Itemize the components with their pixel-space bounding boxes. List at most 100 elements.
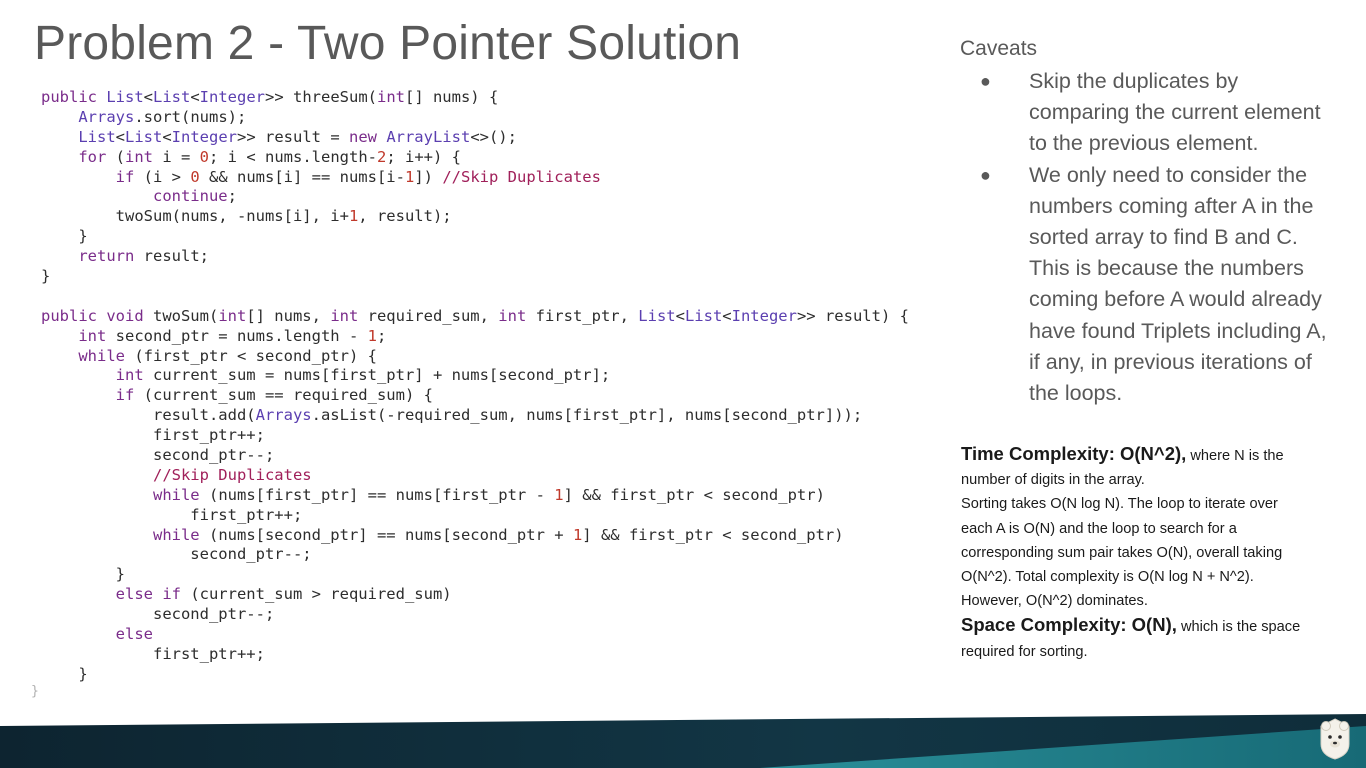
code-text: < xyxy=(162,127,172,146)
code-number: 1 xyxy=(572,525,583,544)
caveat-line: We only need to consider the xyxy=(1029,162,1308,187)
code-class-name: List xyxy=(153,88,191,106)
code-text: second_ptr--; xyxy=(41,545,312,564)
code-keyword: else xyxy=(115,625,153,644)
sorting-line: O(N^2). Total complexity is O(N log N + … xyxy=(961,569,1254,586)
time-complexity-text-2: number of digits in the array. xyxy=(961,472,1145,489)
bear-mascot-icon xyxy=(1320,718,1350,760)
code-text: ; xyxy=(227,187,237,206)
code-text: twoSum( xyxy=(152,306,219,325)
code-class-name: List xyxy=(125,127,163,146)
code-keyword: public void xyxy=(41,306,153,325)
code-text: >> threeSum( xyxy=(265,88,377,106)
code-text: ; xyxy=(376,326,387,345)
code-text: (first_ptr < second_ptr) { xyxy=(125,346,377,365)
code-comment: //Skip Duplicates xyxy=(152,465,312,484)
sorting-line: However, O(N^2) dominates. xyxy=(961,593,1148,610)
code-text: < xyxy=(722,306,732,325)
time-complexity-text: where N is the xyxy=(1186,448,1284,464)
code-keyword: int xyxy=(376,88,405,106)
slide: Problem 2 - Two Pointer Solution public … xyxy=(0,0,1366,768)
code-text: < xyxy=(190,88,200,106)
code-keyword: for xyxy=(78,147,107,166)
bullet-icon: ● xyxy=(980,71,991,91)
code-line: while (first_ptr < second_ptr) { xyxy=(41,347,909,367)
time-complexity-line: Time Complexity: O(N^2), where N is the xyxy=(961,442,1357,468)
code-keyword: while xyxy=(78,346,125,365)
code-keyword: new xyxy=(348,127,387,146)
code-text: ] && first_ptr < second_ptr) xyxy=(582,525,844,544)
code-line: else if (current_sum > required_sum) xyxy=(41,585,909,605)
code-text: first_ptr++; xyxy=(41,505,303,524)
caveat-line: to the previous element. xyxy=(1029,131,1259,156)
stray-brace: } xyxy=(31,684,39,699)
caveats-heading: Caveats xyxy=(960,37,1038,60)
code-class-name: List xyxy=(106,88,144,106)
code-line: int second_ptr = nums.length - 1; xyxy=(41,327,909,347)
code-keyword: while xyxy=(152,485,200,504)
code-text: && nums[i] == nums[i- xyxy=(199,167,405,186)
caveat-line: comparing the current element xyxy=(1029,100,1321,125)
space-complexity-label: Space Complexity: O(N), xyxy=(961,614,1177,636)
code-text: ; i < nums.length- xyxy=(209,147,377,166)
code-line: result.add(Arrays.asList(-required_sum, … xyxy=(41,406,909,426)
code-text: >> result = xyxy=(237,127,349,146)
code-text: <>(); xyxy=(470,127,517,146)
code-line: twoSum(nums, -nums[i], i+1, result); xyxy=(41,207,909,227)
code-text: .sort(nums); xyxy=(134,107,247,126)
code-number: 1 xyxy=(404,167,415,186)
code-keyword: int xyxy=(78,326,107,345)
code-number: 1 xyxy=(367,326,377,345)
code-class-name: Integer xyxy=(171,127,237,146)
code-keyword: continue xyxy=(152,187,228,206)
caveat-line: coming before A would already xyxy=(1029,287,1322,312)
code-text: >> result) { xyxy=(796,306,909,325)
code-class-name: ArrayList xyxy=(386,127,471,146)
code-text: ] && first_ptr < second_ptr) xyxy=(563,485,825,504)
code-text: (i > xyxy=(134,167,191,186)
code-line: for (int i = 0; i < nums.length-2; i++) … xyxy=(41,148,909,168)
code-line: Arrays.sort(nums); xyxy=(41,108,909,128)
sorting-line: corresponding sum pair takes O(N), overa… xyxy=(961,544,1283,561)
sorting-line: Sorting takes O(N log N). The loop to it… xyxy=(961,496,1278,513)
code-line: while (nums[first_ptr] == nums[first_ptr… xyxy=(41,486,909,506)
code-line: } xyxy=(41,267,909,287)
time-complexity-label: Time Complexity: O(N^2), xyxy=(961,443,1187,464)
decorative-band xyxy=(0,712,1366,768)
code-class-name: List xyxy=(638,306,676,325)
caveat-line: have found Triplets including A, xyxy=(1029,318,1327,343)
code-text: (current_sum > required_sum) xyxy=(180,585,452,604)
code-line: public void twoSum(int[] nums, int requi… xyxy=(41,307,909,327)
code-number: 1 xyxy=(348,207,359,226)
code-text: second_ptr = nums.length - xyxy=(106,326,368,345)
code-text: ( xyxy=(106,147,125,166)
code-keyword: int xyxy=(498,306,527,325)
code-text: first_ptr++; xyxy=(41,644,265,663)
code-block: public List<List<Integer>> threeSum(int[… xyxy=(41,88,909,685)
code-text: [] nums) { xyxy=(404,88,499,106)
code-line: second_ptr--; xyxy=(41,446,909,466)
space-complexity-text-2: required for sorting. xyxy=(961,643,1088,660)
code-keyword: while xyxy=(152,525,200,544)
code-text: } xyxy=(41,227,88,246)
caveat-line: Skip the duplicates by xyxy=(1029,69,1239,93)
caveat-line: This is because the numbers xyxy=(1029,256,1304,281)
code-line: //Skip Duplicates xyxy=(41,466,909,486)
code-line: } xyxy=(41,665,909,685)
code-class-name: List xyxy=(78,127,116,146)
code-line: first_ptr++; xyxy=(41,506,909,526)
code-text: } xyxy=(41,267,51,286)
code-line: second_ptr--; xyxy=(41,605,909,625)
code-text: , result); xyxy=(358,207,452,226)
code-class-name: Arrays xyxy=(78,107,135,126)
